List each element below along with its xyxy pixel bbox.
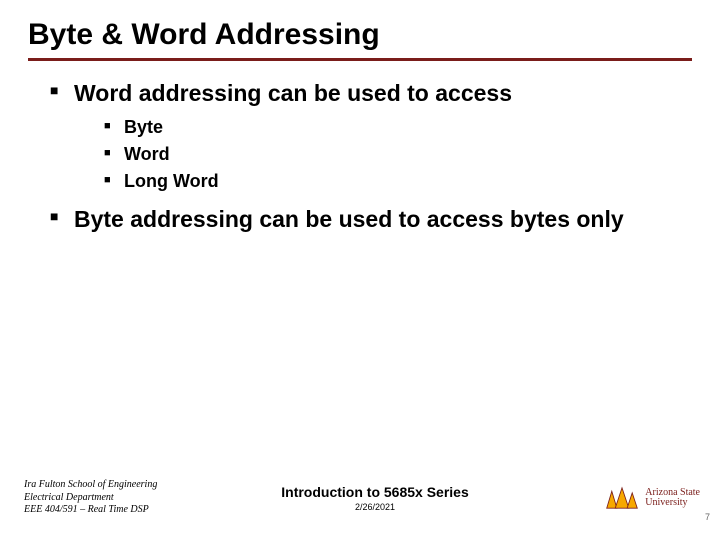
bullet-list-level2: Byte Word Long Word (74, 114, 692, 195)
asu-logo-text: Arizona State University (645, 488, 700, 509)
footer-date: 2/26/2021 (200, 502, 550, 512)
footer-left: Ira Fulton School of Engineering Electri… (0, 479, 200, 517)
bullet-text: Long Word (124, 171, 219, 191)
bullet-text: Word addressing can be used to access (74, 80, 512, 106)
bullet-item: Byte (104, 114, 692, 141)
asu-logo-icon (605, 486, 639, 510)
bullet-text: Byte addressing can be used to access by… (74, 206, 624, 232)
bullet-text: Word (124, 144, 170, 164)
bullet-item: Word addressing can be used to access By… (50, 79, 692, 195)
bullet-list-level1: Word addressing can be used to access By… (28, 79, 692, 234)
footer-course-title: Introduction to 5685x Series (200, 484, 550, 500)
footer-center: Introduction to 5685x Series 2/26/2021 (200, 484, 550, 512)
footer-school: Ira Fulton School of Engineering (24, 479, 200, 492)
footer: Ira Fulton School of Engineering Electri… (0, 470, 720, 526)
footer-course-code: EEE 404/591 – Real Time DSP (24, 504, 200, 517)
bullet-item: Byte addressing can be used to access by… (50, 205, 692, 234)
page-number: 7 (705, 512, 710, 522)
bullet-item: Long Word (104, 168, 692, 195)
slide: Byte & Word Addressing Word addressing c… (0, 0, 720, 540)
footer-right: Arizona State University (550, 486, 720, 510)
bullet-text: Byte (124, 117, 163, 137)
asu-text-line2: University (645, 498, 700, 509)
slide-title: Byte & Word Addressing (28, 18, 692, 61)
bullet-item: Word (104, 141, 692, 168)
footer-department: Electrical Department (24, 492, 200, 505)
